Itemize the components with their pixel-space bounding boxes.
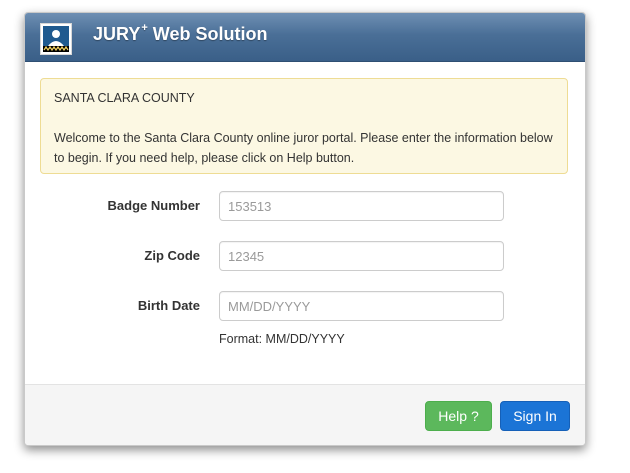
birth-date-label: Birth Date <box>137 298 200 313</box>
zip-code-label: Zip Code <box>144 248 200 263</box>
welcome-notice: SANTA CLARA COUNTY Welcome to the Santa … <box>40 78 568 174</box>
badge-row: Badge Number <box>25 191 585 221</box>
login-dialog: JURY+ Web Solution SANTA CLARA COUNTY We… <box>24 12 586 446</box>
birth-date-input[interactable] <box>219 291 504 321</box>
welcome-message: Welcome to the Santa Clara County online… <box>54 131 553 165</box>
dialog-footer: Help ? Sign In <box>25 384 585 445</box>
county-name: SANTA CLARA COUNTY <box>54 91 195 105</box>
zip-row: Zip Code <box>25 241 585 271</box>
birth-row: Birth Date <box>25 291 585 321</box>
badge-number-input[interactable] <box>219 191 504 221</box>
badge-number-label: Badge Number <box>107 198 200 213</box>
app-title: JURY+ Web Solution <box>93 22 268 44</box>
zip-code-input[interactable] <box>219 241 504 271</box>
sign-in-button[interactable]: Sign In <box>500 401 570 431</box>
jury-box-logo-icon <box>40 23 72 55</box>
date-format-hint: Format: MM/DD/YYYY <box>219 332 345 346</box>
dialog-header: JURY+ Web Solution <box>25 13 585 62</box>
help-button[interactable]: Help ? <box>425 401 492 431</box>
